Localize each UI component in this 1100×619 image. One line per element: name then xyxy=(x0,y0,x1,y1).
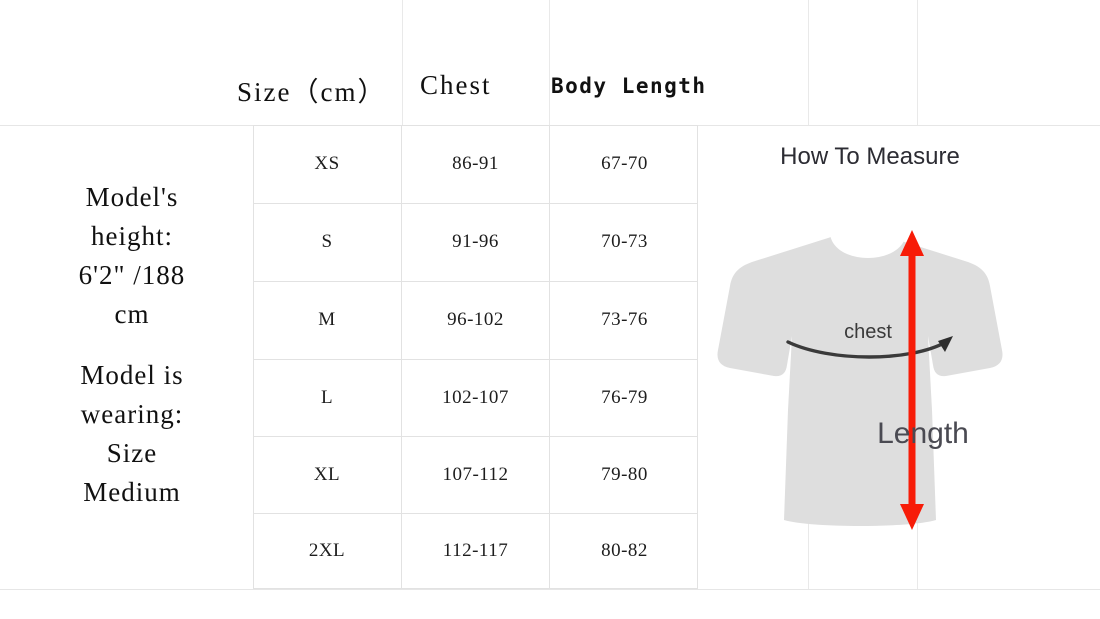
grid-line-vertical-left-top xyxy=(808,0,809,125)
table-row: 2XL xyxy=(308,539,346,561)
table-row: 96-102 xyxy=(447,309,504,330)
grid-line-vertical-header xyxy=(402,0,403,125)
chest-label: chest xyxy=(844,321,892,343)
column-header-size: Size（cm） xyxy=(237,77,387,107)
model-note-line-1: Model's xyxy=(85,182,179,212)
table-row: S xyxy=(321,231,333,252)
column-header-chest: Chest xyxy=(420,70,492,100)
table-row: 79-80 xyxy=(601,463,648,485)
table-row: 86-91 xyxy=(452,153,499,174)
table-row: 102-107 xyxy=(442,386,509,408)
table-row: 80-82 xyxy=(601,539,648,561)
model-note: Model's height: 6'2" /188 cm Model is we… xyxy=(18,178,246,512)
table-border-row-6 xyxy=(253,588,698,589)
table-row: 107-112 xyxy=(442,463,509,485)
tshirt-icon xyxy=(717,228,1003,526)
model-note-line-8: Medium xyxy=(83,477,181,507)
model-note-line-4: cm xyxy=(114,299,150,329)
how-to-measure-title: How To Measure xyxy=(780,143,960,170)
model-note-line-5: Model is xyxy=(80,360,184,390)
size-table: XS 86-91 67-70 S 91-96 70-73 M 96-102 73… xyxy=(253,125,698,589)
column-header-body-length: Body Length xyxy=(551,74,707,98)
model-note-line-7: Size xyxy=(106,438,158,468)
model-note-line-2: height: xyxy=(91,221,173,251)
table-row: 73-76 xyxy=(601,309,648,330)
grid-line-vertical-header-2 xyxy=(549,0,550,125)
grid-line-horizontal-bottom xyxy=(0,589,1100,590)
measure-diagram: chest Length xyxy=(717,228,1003,530)
size-chart-page: Size（cm） Chest Body Length Model's heigh… xyxy=(0,0,1100,619)
grid-line-vertical-right-top xyxy=(917,0,918,125)
table-row: L xyxy=(320,386,334,408)
model-note-line-6: wearing: xyxy=(80,399,184,429)
length-label: Length xyxy=(877,417,969,450)
table-row: 67-70 xyxy=(601,153,648,174)
table-row: M xyxy=(318,309,336,330)
table-row: 76-79 xyxy=(601,386,648,408)
table-row: 112-117 xyxy=(442,539,509,561)
table-row: 70-73 xyxy=(601,231,648,252)
table-row: XL xyxy=(313,463,341,485)
model-note-line-3: 6'2" /188 xyxy=(78,260,186,290)
table-row: 91-96 xyxy=(452,231,499,252)
table-row: XS xyxy=(314,153,340,174)
